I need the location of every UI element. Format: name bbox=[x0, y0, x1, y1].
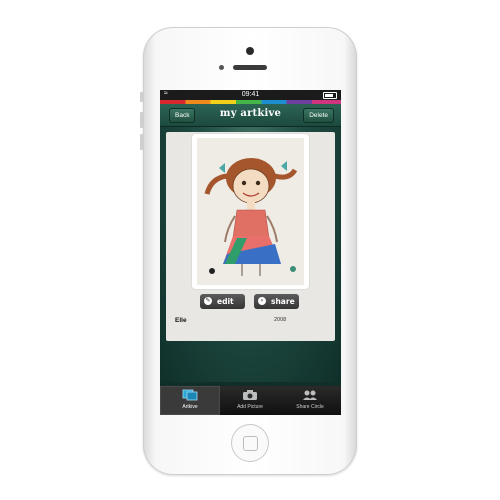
artwork-photo bbox=[197, 138, 304, 285]
home-square-icon bbox=[243, 436, 258, 451]
delete-button[interactable]: Delete bbox=[303, 108, 334, 123]
gallery-icon bbox=[182, 389, 198, 401]
battery-icon bbox=[323, 92, 337, 99]
share-button-label: share bbox=[271, 297, 295, 306]
volume-down-button bbox=[140, 134, 143, 150]
people-icon bbox=[303, 390, 317, 400]
artwork-info: Elle 2008 bbox=[166, 317, 335, 327]
tab-share-circle-label: Share Circle bbox=[296, 404, 324, 410]
artwork-year: 2008 bbox=[274, 317, 287, 323]
camera-icon bbox=[243, 390, 257, 400]
tab-add-picture[interactable]: Add Picture bbox=[220, 386, 280, 415]
tab-share-circle[interactable]: Share Circle bbox=[280, 386, 340, 415]
pencil-icon: ✎ bbox=[204, 297, 212, 305]
tab-bar: Artkive Add Picture Share Circle bbox=[160, 386, 341, 415]
nav-bar: Back my artkive Delete bbox=[160, 104, 341, 127]
arrow-right-icon: › bbox=[258, 297, 266, 305]
artwork-photo-frame[interactable] bbox=[192, 134, 309, 289]
tab-add-picture-label: Add Picture bbox=[237, 404, 263, 410]
tab-artkive[interactable]: Artkive bbox=[160, 386, 220, 415]
tab-artkive-label: Artkive bbox=[182, 404, 198, 410]
app-screen: ≈ 09:41 Back my artkive Delete ✎ edit › … bbox=[160, 90, 341, 415]
artwork-card: ✎ edit › share Elle 2008 bbox=[166, 132, 335, 341]
child-name: Elle bbox=[175, 317, 187, 324]
share-button[interactable]: › share bbox=[254, 294, 299, 309]
status-bar: ≈ 09:41 bbox=[160, 90, 341, 100]
artwork-view: ✎ edit › share Elle 2008 bbox=[160, 127, 341, 382]
front-camera bbox=[246, 47, 254, 55]
volume-up-button bbox=[140, 112, 143, 128]
edit-button[interactable]: ✎ edit bbox=[200, 294, 245, 309]
status-time: 09:41 bbox=[241, 91, 260, 98]
home-button[interactable] bbox=[231, 424, 269, 462]
earpiece-speaker bbox=[233, 65, 267, 70]
mute-switch bbox=[140, 92, 143, 102]
child-drawing-image bbox=[197, 138, 304, 285]
proximity-sensor bbox=[219, 65, 224, 70]
edit-button-label: edit bbox=[217, 297, 234, 306]
